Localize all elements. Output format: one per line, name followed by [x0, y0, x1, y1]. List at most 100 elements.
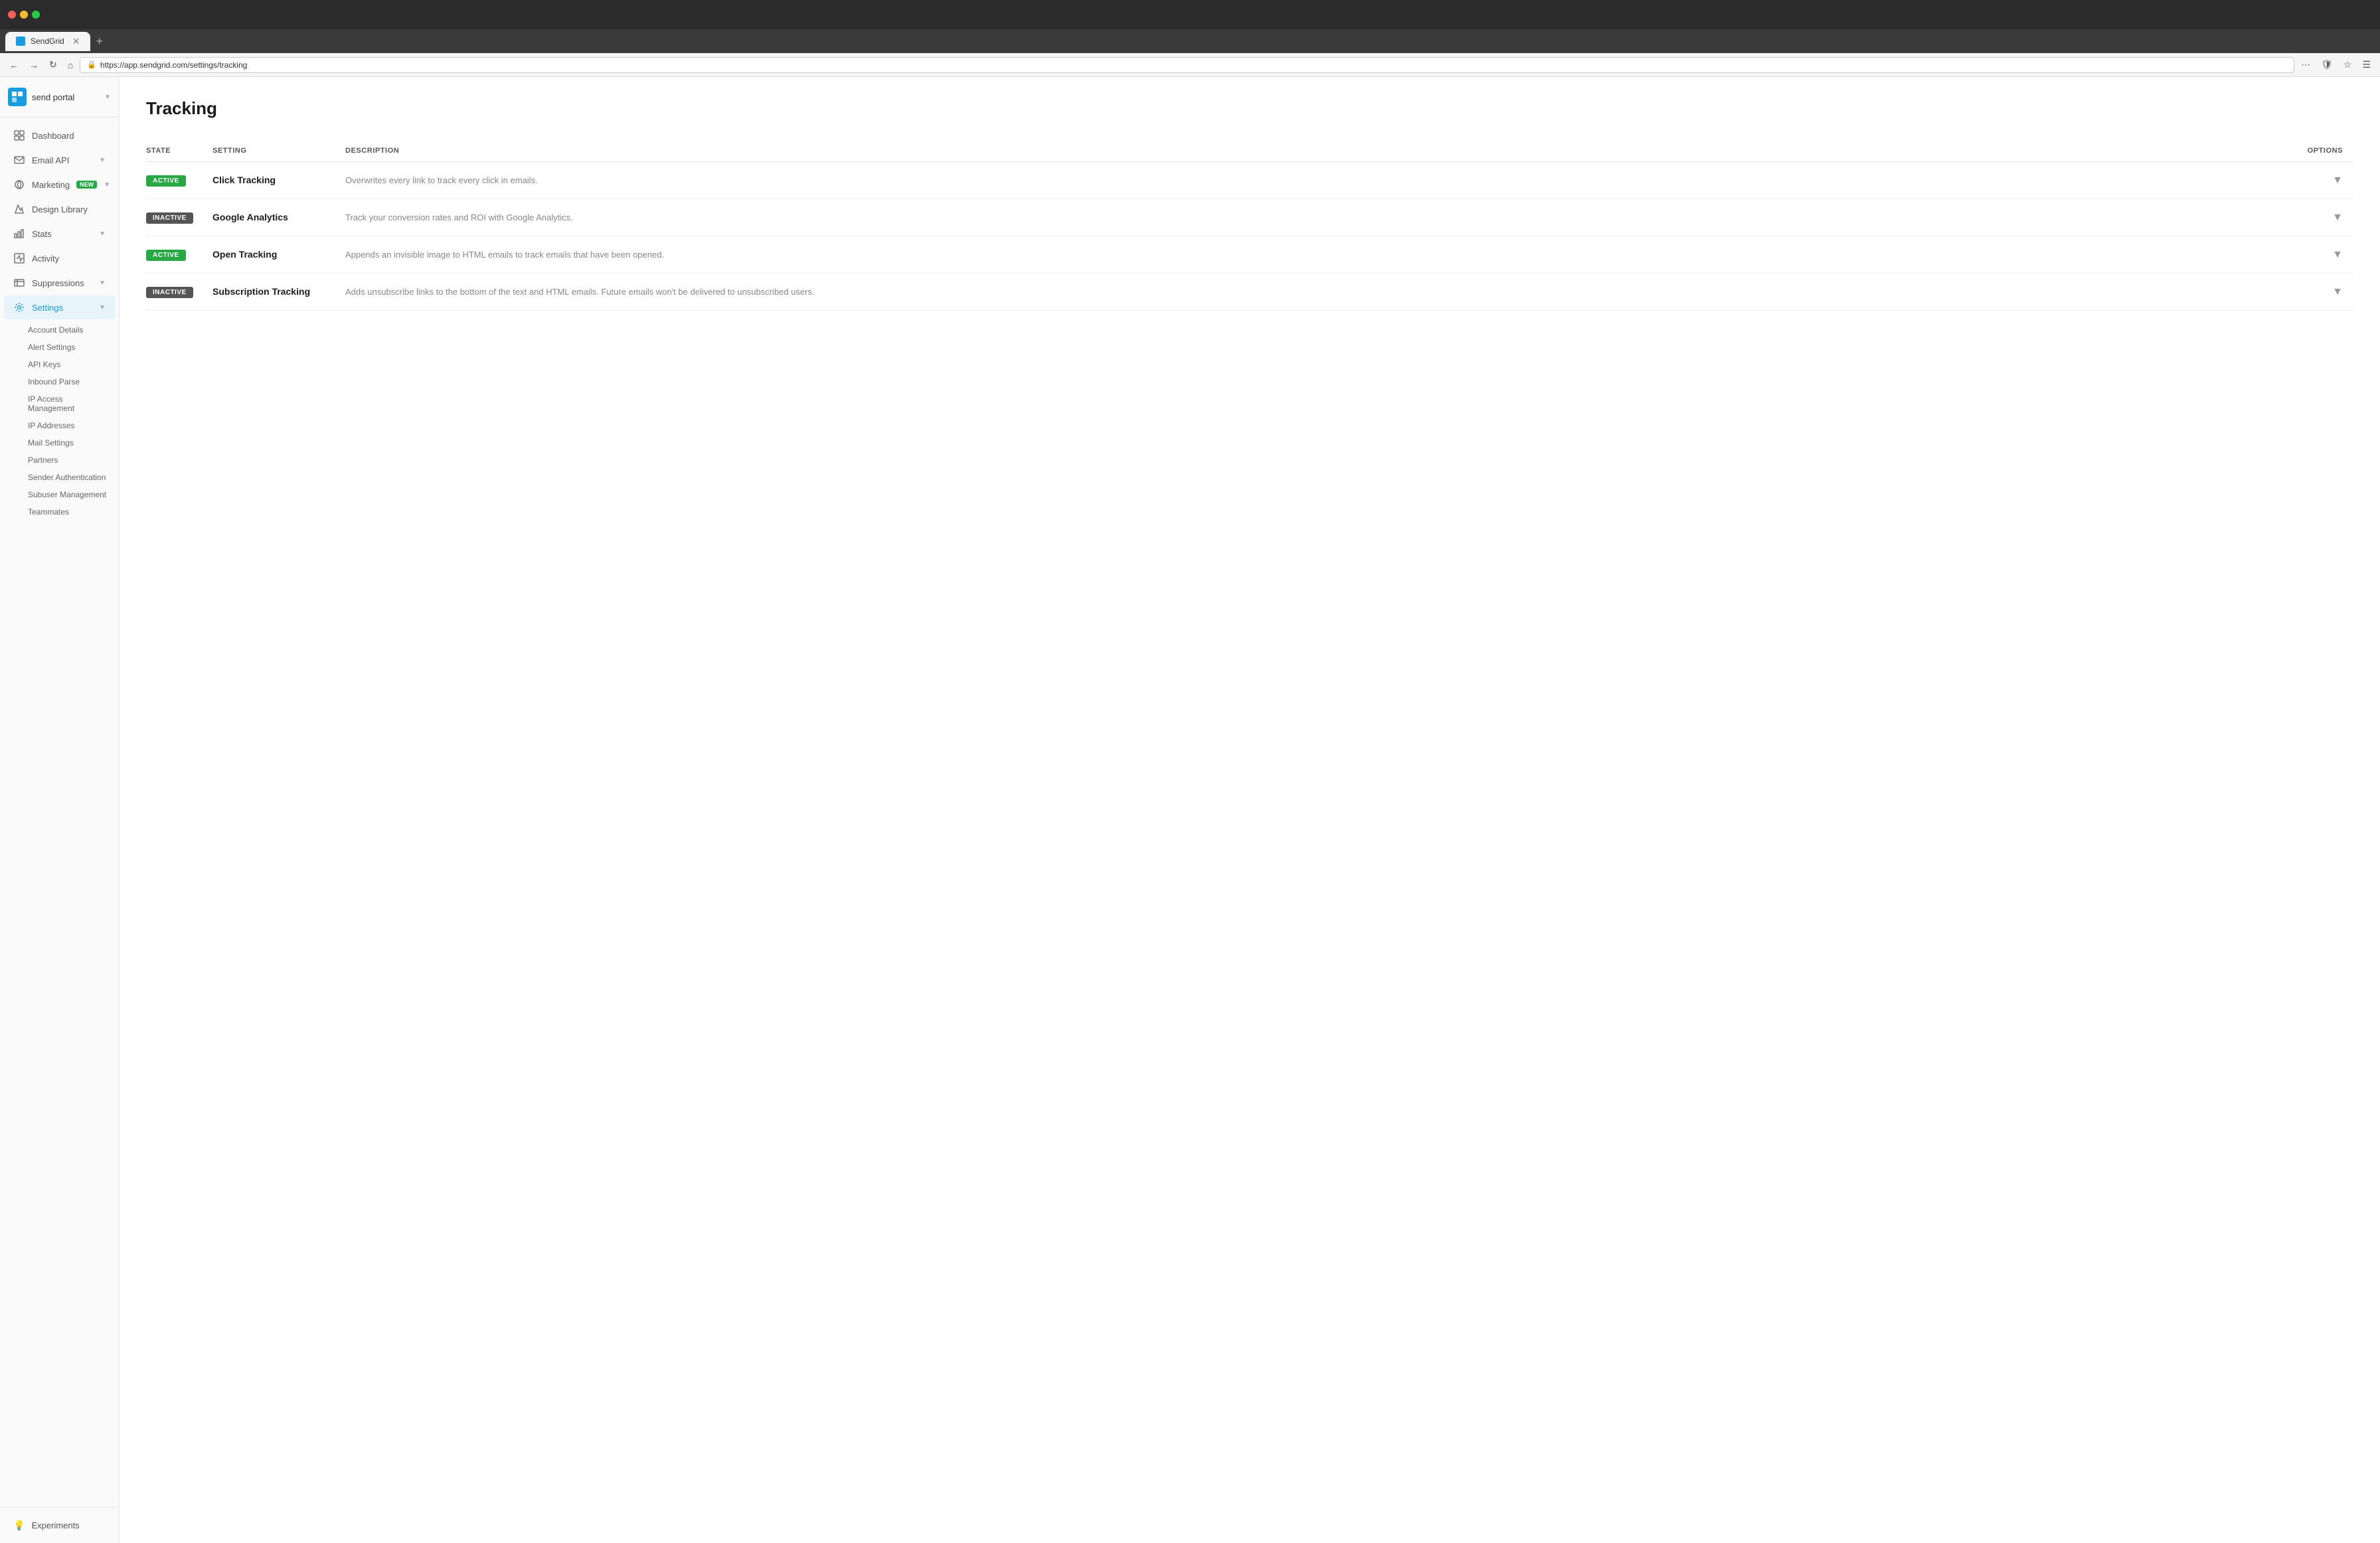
- sub-nav-alert-settings[interactable]: Alert Settings: [0, 339, 119, 356]
- address-bar[interactable]: 🔒 https://app.sendgrid.com/settings/trac…: [80, 57, 2294, 73]
- active-badge-open-tracking: ACTIVE: [146, 250, 186, 261]
- sidebar-item-suppressions[interactable]: Suppressions ▼: [4, 271, 115, 295]
- state-cell-open-tracking: ACTIVE: [146, 236, 212, 274]
- expand-chevron-subscription-tracking[interactable]: ▼: [2332, 286, 2343, 297]
- maximize-dot[interactable]: [32, 11, 40, 19]
- back-button[interactable]: ←: [5, 57, 23, 73]
- home-button[interactable]: ⌂: [64, 57, 77, 73]
- expand-chevron-click-tracking[interactable]: ▼: [2332, 175, 2343, 186]
- tab-close-button[interactable]: ✕: [72, 36, 80, 47]
- nav-icons-right: ⋯ 🛡 ☆ ☰: [2297, 56, 2375, 73]
- app-container: send portal ▼ Dashboard: [0, 77, 2380, 1543]
- sub-nav-api-keys[interactable]: API Keys: [0, 356, 119, 373]
- col-header-description: DESCRIPTION: [345, 140, 2308, 162]
- sendgrid-favicon: [16, 37, 25, 46]
- sub-nav-mail-settings[interactable]: Mail Settings: [0, 434, 119, 451]
- activity-icon: [13, 252, 25, 264]
- sub-nav-ip-access-management[interactable]: IP Access Management: [0, 390, 119, 417]
- menu-button[interactable]: ☰: [2358, 56, 2375, 73]
- sidebar-item-label-dashboard: Dashboard: [32, 131, 106, 141]
- setting-cell-subscription-tracking: Subscription Tracking: [212, 274, 345, 311]
- setting-name-google-analytics: Google Analytics: [212, 212, 288, 222]
- setting-name-open-tracking: Open Tracking: [212, 249, 277, 260]
- sidebar-item-label-email-api: Email API: [32, 155, 92, 165]
- options-cell-subscription-tracking[interactable]: ▼: [2308, 274, 2353, 311]
- desc-cell-google-analytics: Track your conversion rates and ROI with…: [345, 199, 2308, 236]
- active-badge-click-tracking: ACTIVE: [146, 175, 186, 187]
- sub-nav-ip-addresses[interactable]: IP Addresses: [0, 417, 119, 434]
- col-header-options: OPTIONS: [2308, 140, 2353, 162]
- table-header: STATE SETTING DESCRIPTION OPTIONS: [146, 140, 2353, 162]
- settings-icon: [13, 301, 25, 313]
- experiments-bulb-icon: 💡: [13, 1520, 25, 1531]
- sidebar-item-settings[interactable]: Settings ▼: [4, 295, 115, 319]
- sub-nav-sender-authentication[interactable]: Sender Authentication: [0, 469, 119, 486]
- table-row: INACTIVE Google Analytics Track your con…: [146, 199, 2353, 236]
- setting-cell-click-tracking: Click Tracking: [212, 162, 345, 199]
- inactive-badge-subscription-tracking: INACTIVE: [146, 287, 193, 298]
- sidebar-item-label-marketing: Marketing: [32, 180, 70, 190]
- shield-button[interactable]: 🛡: [2317, 56, 2337, 73]
- main-content: Tracking STATE SETTING DESCRIPTION OPTIO…: [120, 77, 2380, 1543]
- desc-cell-open-tracking: Appends an invisible image to HTML email…: [345, 236, 2308, 274]
- sub-nav-account-details[interactable]: Account Details: [0, 321, 119, 339]
- sidebar-item-dashboard[interactable]: Dashboard: [4, 123, 115, 147]
- close-dot[interactable]: [8, 11, 16, 19]
- sidebar-item-stats[interactable]: Stats ▼: [4, 222, 115, 246]
- sidebar-item-activity[interactable]: Activity: [4, 246, 115, 270]
- state-cell-google-analytics: INACTIVE: [146, 199, 212, 236]
- stats-chevron-icon: ▼: [99, 230, 106, 238]
- sendgrid-logo-icon: [8, 88, 27, 106]
- marketing-icon: [13, 179, 25, 191]
- extensions-button[interactable]: ⋯: [2297, 56, 2314, 73]
- state-cell-subscription-tracking: INACTIVE: [146, 274, 212, 311]
- marketing-new-badge: NEW: [76, 181, 97, 189]
- col-header-state: STATE: [146, 140, 212, 162]
- sidebar-item-design-library[interactable]: Design Library: [4, 197, 115, 221]
- setting-name-subscription-tracking: Subscription Tracking: [212, 286, 310, 297]
- desc-cell-subscription-tracking: Adds unsubscribe links to the bottom of …: [345, 274, 2308, 311]
- refresh-button[interactable]: ↻: [45, 56, 61, 73]
- setting-name-click-tracking: Click Tracking: [212, 175, 276, 185]
- marketing-chevron-icon: ▼: [104, 181, 110, 189]
- sidebar-logo[interactable]: send portal ▼: [0, 77, 119, 118]
- suppressions-icon: [13, 277, 25, 289]
- sub-nav-subuser-management[interactable]: Subuser Management: [0, 486, 119, 503]
- logo-chevron-icon: ▼: [104, 94, 111, 101]
- sidebar-item-label-activity: Activity: [32, 254, 106, 264]
- tracking-table: STATE SETTING DESCRIPTION OPTIONS ACTIVE…: [146, 140, 2353, 311]
- desc-cell-click-tracking: Overwrites every link to track every cli…: [345, 162, 2308, 199]
- table-row: ACTIVE Click Tracking Overwrites every l…: [146, 162, 2353, 199]
- sidebar-item-email-api[interactable]: Email API ▼: [4, 148, 115, 172]
- experiments-label: Experiments: [31, 1520, 79, 1530]
- forward-button[interactable]: →: [25, 57, 42, 73]
- tab-title: SendGrid: [31, 37, 64, 46]
- browser-chrome: [0, 0, 2380, 29]
- nav-bar: ← → ↻ ⌂ 🔒 https://app.sendgrid.com/setti…: [0, 53, 2380, 77]
- settings-chevron-icon: ▼: [99, 304, 106, 311]
- sub-nav-inbound-parse[interactable]: Inbound Parse: [0, 373, 119, 390]
- bookmark-button[interactable]: ☆: [2339, 56, 2356, 73]
- active-tab[interactable]: SendGrid ✕: [5, 32, 90, 51]
- sidebar-navigation: Dashboard Email API ▼: [0, 118, 119, 1507]
- minimize-dot[interactable]: [20, 11, 28, 19]
- options-cell-open-tracking[interactable]: ▼: [2308, 236, 2353, 274]
- email-api-icon: [13, 154, 25, 166]
- new-tab-button[interactable]: +: [96, 35, 103, 48]
- setting-cell-open-tracking: Open Tracking: [212, 236, 345, 274]
- options-cell-click-tracking[interactable]: ▼: [2308, 162, 2353, 199]
- sidebar-item-marketing[interactable]: Marketing NEW ▼: [4, 173, 115, 197]
- sub-nav-partners[interactable]: Partners: [0, 451, 119, 469]
- expand-chevron-google-analytics[interactable]: ▼: [2332, 212, 2343, 223]
- sidebar-item-experiments[interactable]: 💡 Experiments: [4, 1514, 115, 1537]
- stats-icon: [13, 228, 25, 240]
- page-title: Tracking: [146, 98, 2353, 119]
- expand-chevron-open-tracking[interactable]: ▼: [2332, 249, 2343, 260]
- logo-text: send portal: [32, 92, 74, 102]
- state-cell-click-tracking: ACTIVE: [146, 162, 212, 199]
- sidebar-item-label-suppressions: Suppressions: [32, 278, 92, 288]
- table-row: ACTIVE Open Tracking Appends an invisibl…: [146, 236, 2353, 274]
- sub-nav-teammates[interactable]: Teammates: [0, 503, 119, 521]
- options-cell-google-analytics[interactable]: ▼: [2308, 199, 2353, 236]
- tab-bar: SendGrid ✕ +: [0, 29, 2380, 53]
